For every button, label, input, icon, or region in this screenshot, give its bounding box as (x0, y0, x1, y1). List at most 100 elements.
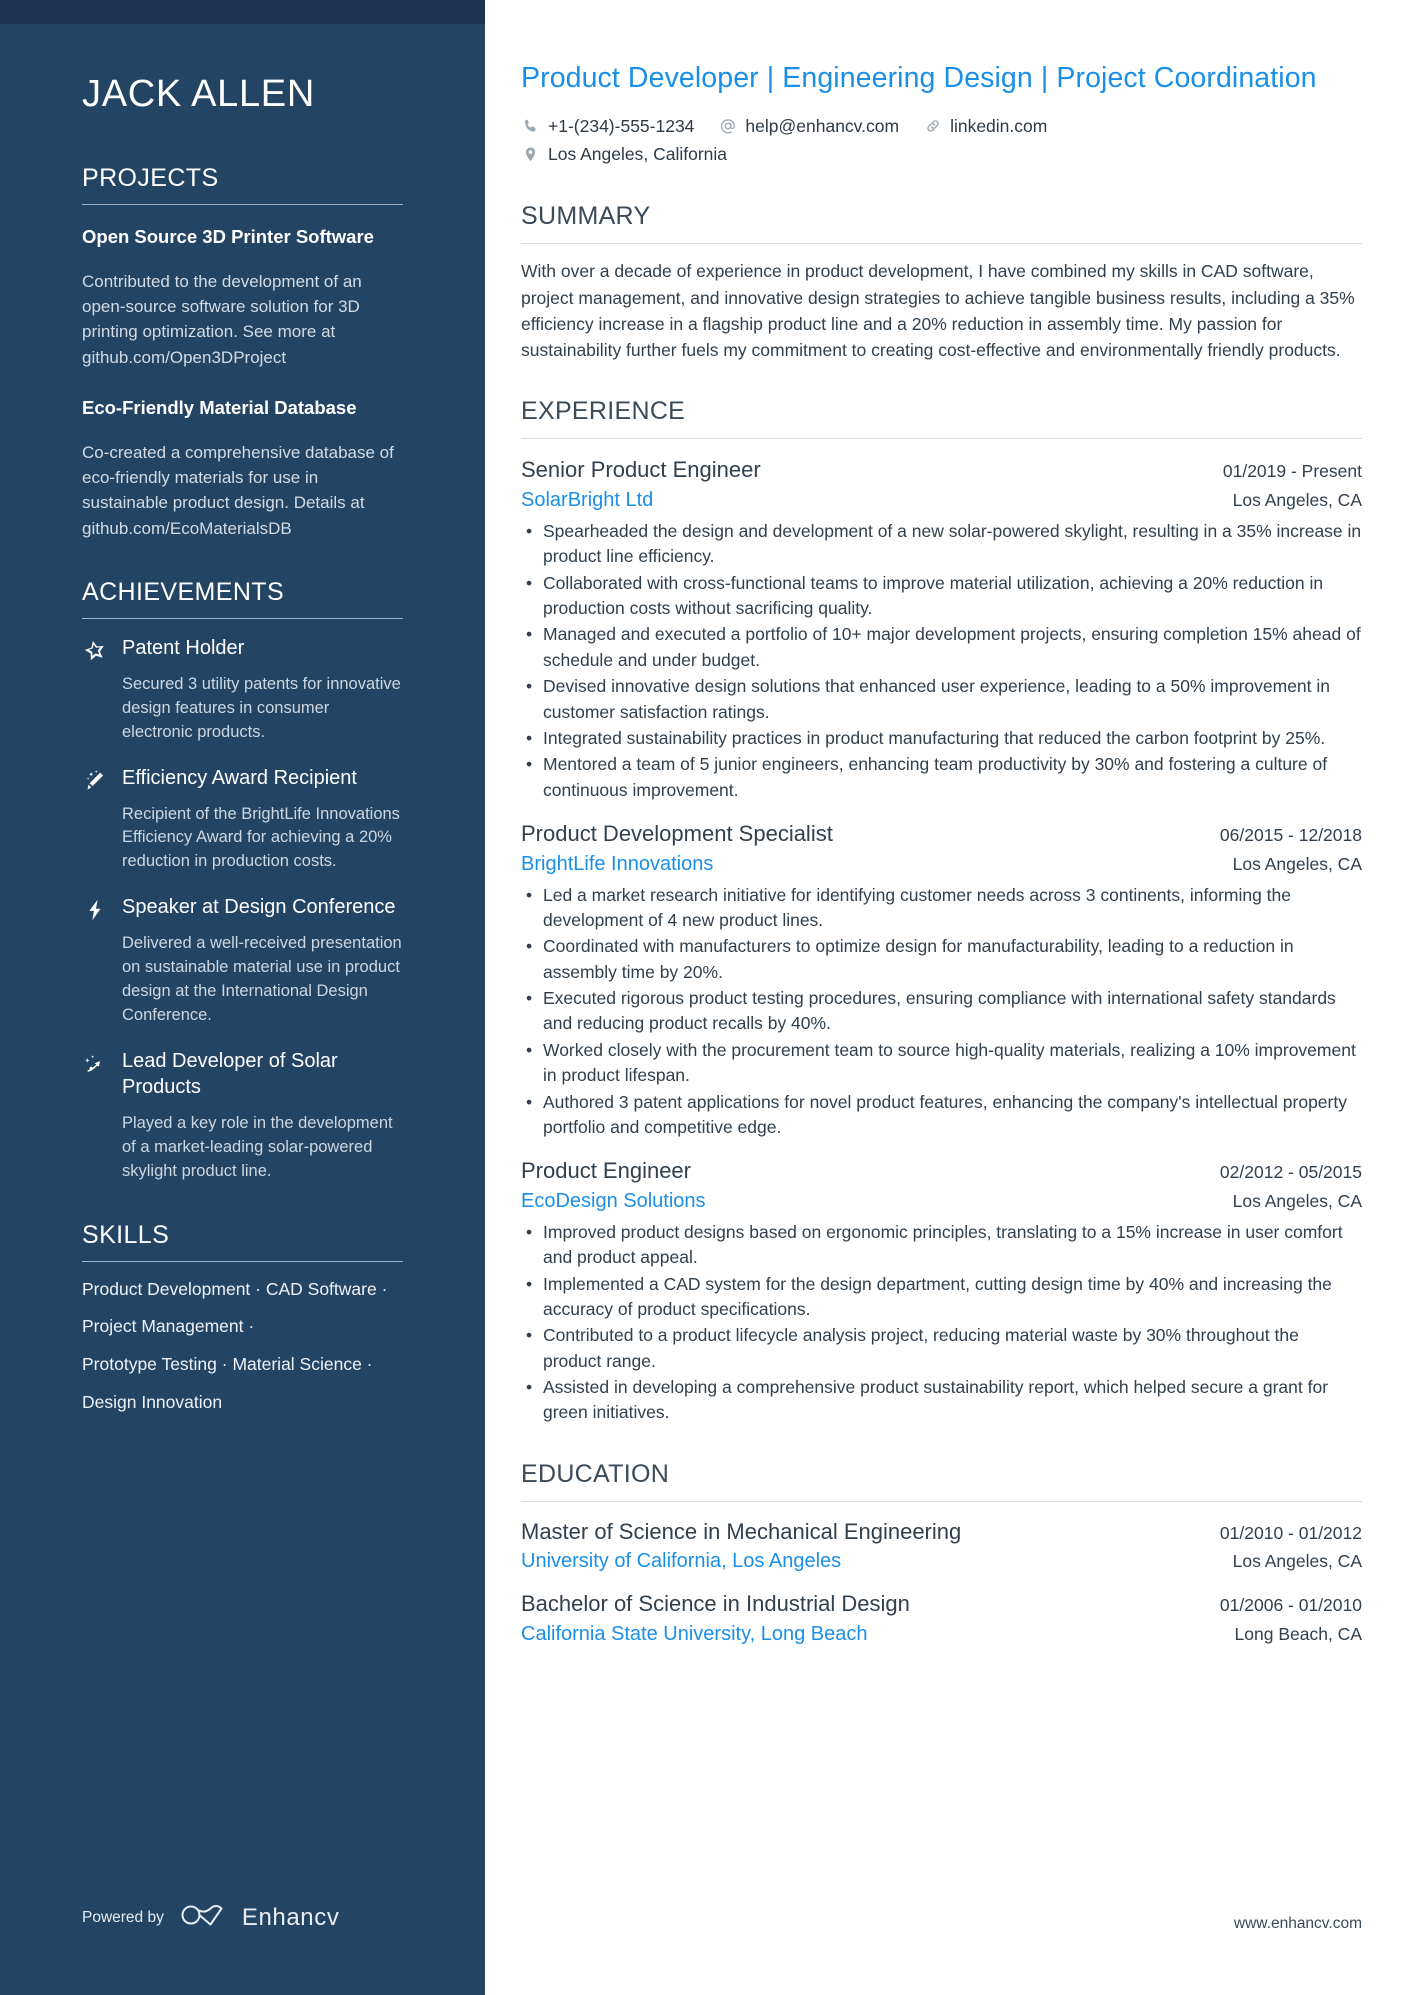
main-content: Product Developer | Engineering Design |… (485, 0, 1410, 1995)
achievement-description: Secured 3 utility patents for innovative… (122, 674, 401, 741)
bullet-dot: • (526, 1091, 533, 1112)
divider (521, 438, 1362, 440)
bullet-dot: • (526, 1273, 533, 1294)
achievement-name: Speaker at Design Conference (122, 896, 396, 919)
school-name[interactable]: University of California, Los Angeles (521, 1548, 841, 1574)
location-pin-icon (521, 145, 540, 164)
job-location: Los Angeles, CA (1232, 853, 1362, 874)
link-icon (923, 117, 942, 136)
bullet-dot: • (526, 727, 533, 748)
bullet-text: Managed and executed a portfolio of 10+ … (543, 624, 1361, 670)
contact-linkedin[interactable]: linkedin.com (923, 112, 1047, 140)
bullet-item: • Improved product designs based on ergon… (521, 1220, 1362, 1271)
bullet-text: Coordinated with manufacturers to optimi… (543, 936, 1294, 982)
bullet-item: • Managed and executed a portfolio of 10+… (521, 622, 1362, 673)
contact-email[interactable]: help@enhancv.com (718, 112, 899, 140)
bullet-dot: • (526, 884, 533, 905)
job-company[interactable]: SolarBright Ltd (521, 487, 653, 513)
degree-date: 01/2006 - 01/2010 (1219, 1595, 1362, 1616)
bullet-text: Collaborated with cross-functional teams… (543, 572, 1324, 619)
bullet-text: Executed rigorous product testing proced… (543, 988, 1336, 1034)
contact-linkedin-value: linkedin.com (950, 116, 1048, 137)
star-icon (82, 638, 108, 664)
contact-phone-value: +1-(234)-555-1234 (548, 116, 695, 137)
contact-phone[interactable]: +1-(234)-555-1234 (521, 112, 694, 140)
education-title: EDUCATION (521, 1459, 670, 1488)
experience-title: EXPERIENCE (521, 397, 686, 426)
bullet-item: • Integrated sustainability practices in … (521, 726, 1362, 751)
bullet-dot: • (526, 624, 533, 645)
bullet-item: • Coordinated with manufacturers to optim… (521, 934, 1362, 985)
section-summary: SUMMARY With over a decade of experience… (521, 201, 1362, 363)
bullet-text: Assisted in developing a comprehensive p… (543, 1377, 1329, 1423)
education-header: Bachelor of Science in Industrial Design… (521, 1590, 1362, 1618)
experience-subheader: BrightLife Innovations Los Angeles, CA (521, 851, 1362, 877)
job-bullets: • Spearheaded the design and development … (521, 519, 1362, 803)
divider (521, 1500, 1362, 1502)
bullet-dot: • (526, 754, 533, 775)
bullet-text: Led a market research initiative for ide… (543, 884, 1292, 930)
bullet-text: Worked closely with the procurement team… (543, 1039, 1356, 1086)
education-header: Master of Science in Mechanical Engineer… (521, 1518, 1362, 1546)
education-entry: Bachelor of Science in Industrial Design… (521, 1590, 1362, 1647)
bullet-text: Authored 3 patent applications for novel… (543, 1091, 1347, 1137)
job-date: 02/2012 - 05/2015 (1219, 1162, 1362, 1183)
job-location: Los Angeles, CA (1232, 489, 1362, 510)
achievement-item: Lead Developer of Solar Products Played … (82, 1048, 403, 1184)
school-name[interactable]: California State University, Long Beach (521, 1621, 867, 1647)
shooting-star-icon (82, 1051, 108, 1077)
sidebar-top-strip (0, 0, 485, 24)
contact-location: Los Angeles, California (521, 140, 727, 168)
candidate-name: JACK ALLEN (82, 73, 315, 115)
bullet-item: • Contributed to a product lifecycle anal… (521, 1323, 1362, 1374)
bullet-text: Mentored a team of 5 junior engineers, e… (543, 754, 1328, 800)
powered-by-label: Powered by (82, 1908, 164, 1926)
divider (521, 243, 1362, 245)
sidebar: JACK ALLEN PROJECTS Open Source 3D Print… (0, 0, 485, 1995)
resume-page: JACK ALLEN PROJECTS Open Source 3D Print… (0, 0, 1410, 1995)
bullet-text: Devised innovative design solutions that… (543, 676, 1331, 722)
bullet-dot: • (526, 572, 533, 593)
achievement-description: Played a key role in the development of … (122, 1113, 393, 1180)
achievement-name: Lead Developer of Solar Products (122, 1049, 338, 1098)
project-name: Eco-Friendly Material Database (82, 396, 357, 418)
experience-entry: Senior Product Engineer 01/2019 - Presen… (521, 456, 1362, 803)
job-title: Senior Product Engineer (521, 457, 761, 483)
sidebar-section-projects: PROJECTS Open Source 3D Printer Software… (82, 163, 403, 541)
experience-header: Senior Product Engineer 01/2019 - Presen… (521, 456, 1362, 484)
bullet-item: • Executed rigorous product testing proce… (521, 986, 1362, 1037)
job-company[interactable]: BrightLife Innovations (521, 851, 713, 877)
project-name: Open Source 3D Printer Software (82, 225, 374, 247)
summary-title: SUMMARY (521, 202, 651, 231)
bullet-item: • Implemented a CAD system for the design… (521, 1272, 1362, 1323)
summary-text: With over a decade of experience in prod… (521, 261, 1355, 361)
sidebar-projects-title: PROJECTS (82, 163, 219, 192)
school-location: Long Beach, CA (1234, 1623, 1362, 1644)
skills-line: Design Innovation (82, 1391, 223, 1412)
at-sign-icon (718, 117, 737, 136)
achievement-item: Speaker at Design Conference Delivered a… (82, 894, 403, 1028)
skills-line: Product Development · CAD Software · (82, 1278, 388, 1299)
education-subheader: California State University, Long Beach … (521, 1621, 1362, 1647)
job-company[interactable]: EcoDesign Solutions (521, 1188, 706, 1214)
bullet-text: Spearheaded the design and development o… (543, 520, 1362, 567)
bullet-dot: • (526, 1039, 533, 1060)
degree-title: Bachelor of Science in Industrial Design (521, 1591, 910, 1617)
candidate-headline: Product Developer | Engineering Design |… (521, 62, 1317, 94)
job-location: Los Angeles, CA (1232, 1190, 1362, 1211)
bullet-item: • Led a market research initiative for id… (521, 883, 1362, 934)
bullet-item: • Worked closely with the procurement tea… (521, 1038, 1362, 1089)
project-item: Open Source 3D Printer Software Contribu… (82, 225, 403, 370)
education-subheader: University of California, Los Angeles Lo… (521, 1548, 1362, 1574)
sidebar-footer: Powered by Enhancv (82, 1902, 339, 1933)
sidebar-section-achievements: ACHIEVEMENTS Patent Holder Secured 3 uti… (82, 577, 403, 1184)
experience-header: Product Development Specialist 06/2015 -… (521, 820, 1362, 848)
contact-email-value: help@enhancv.com (745, 116, 900, 137)
bullet-dot: • (526, 1377, 533, 1398)
bullet-dot: • (526, 936, 533, 957)
achievement-name: Efficiency Award Recipient (122, 766, 357, 789)
achievement-name: Patent Holder (122, 636, 245, 659)
sidebar-achievements-title: ACHIEVEMENTS (82, 577, 285, 606)
project-description: Contributed to the development of an ope… (82, 272, 362, 367)
main-footer-website[interactable]: www.enhancv.com (1234, 1915, 1362, 1933)
